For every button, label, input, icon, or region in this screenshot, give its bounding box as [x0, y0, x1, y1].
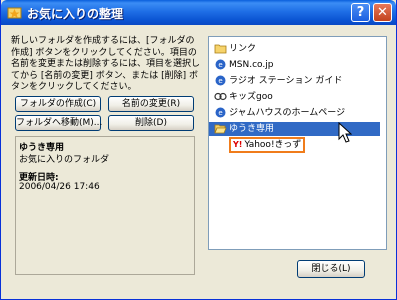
folder-icon — [214, 44, 227, 54]
yahoo-kids-item[interactable]: Y! Yahoo!きっず — [229, 137, 305, 153]
help-button[interactable]: ? — [351, 3, 370, 22]
rename-button[interactable]: 名前の変更(R) — [108, 96, 194, 112]
favorites-folder-icon — [7, 7, 22, 19]
favorites-tree[interactable]: リンク e MSN.co.jp e ラジオ ステーション ガイド キッズgoo eジ… — [208, 36, 387, 250]
goo-icon — [214, 92, 227, 101]
mouse-pointer-icon — [338, 122, 352, 143]
favorite-item[interactable]: e MSN.co.jp — [214, 58, 273, 72]
svg-text:e: e — [218, 109, 222, 117]
favorite-item[interactable]: e ジャムハウスのホームページ — [214, 106, 345, 120]
favorite-item[interactable]: e ラジオ ステーション ガイド — [214, 74, 342, 88]
folder-open-icon — [214, 124, 227, 134]
yahoo-kids-icon: Y! — [233, 140, 243, 149]
svg-text:e: e — [218, 61, 222, 69]
title-bar[interactable]: お気に入りの整理 ? ✕ — [1, 0, 396, 25]
window-title: お気に入りの整理 — [27, 7, 124, 21]
msn-icon: e — [215, 59, 226, 70]
selected-item-type: お気に入りのフォルダ — [19, 155, 110, 165]
instruction-text: 新しいフォルダを作成するには、[フォルダの作成] ボタンをクリックしてください。… — [11, 36, 201, 93]
ie-icon: e — [215, 75, 226, 86]
modified-value: 2006/04/26 17:46 — [19, 182, 100, 192]
item-info-panel: ゆうき専用 お気に入りのフォルダ 更新日時: 2006/04/26 17:46 — [15, 136, 195, 275]
favorite-item[interactable]: キッズgoo — [214, 90, 273, 104]
ie-icon: e — [215, 107, 226, 118]
favorite-folder-selected[interactable]: ゆうき専用 — [209, 122, 380, 136]
favorite-item[interactable]: リンク — [214, 42, 256, 56]
organize-favorites-dialog: お気に入りの整理 ? ✕ 新しいフォルダを作成するには、[フォルダの作成] ボタ… — [0, 0, 397, 300]
svg-text:e: e — [218, 77, 222, 85]
move-to-folder-button[interactable]: フォルダへ移動(M)... — [15, 115, 102, 131]
close-window-button[interactable]: ✕ — [373, 3, 392, 22]
create-folder-button[interactable]: フォルダの作成(C) — [15, 96, 101, 112]
delete-button[interactable]: 削除(D) — [108, 115, 194, 131]
close-button[interactable]: 閉じる(L) — [297, 260, 365, 278]
